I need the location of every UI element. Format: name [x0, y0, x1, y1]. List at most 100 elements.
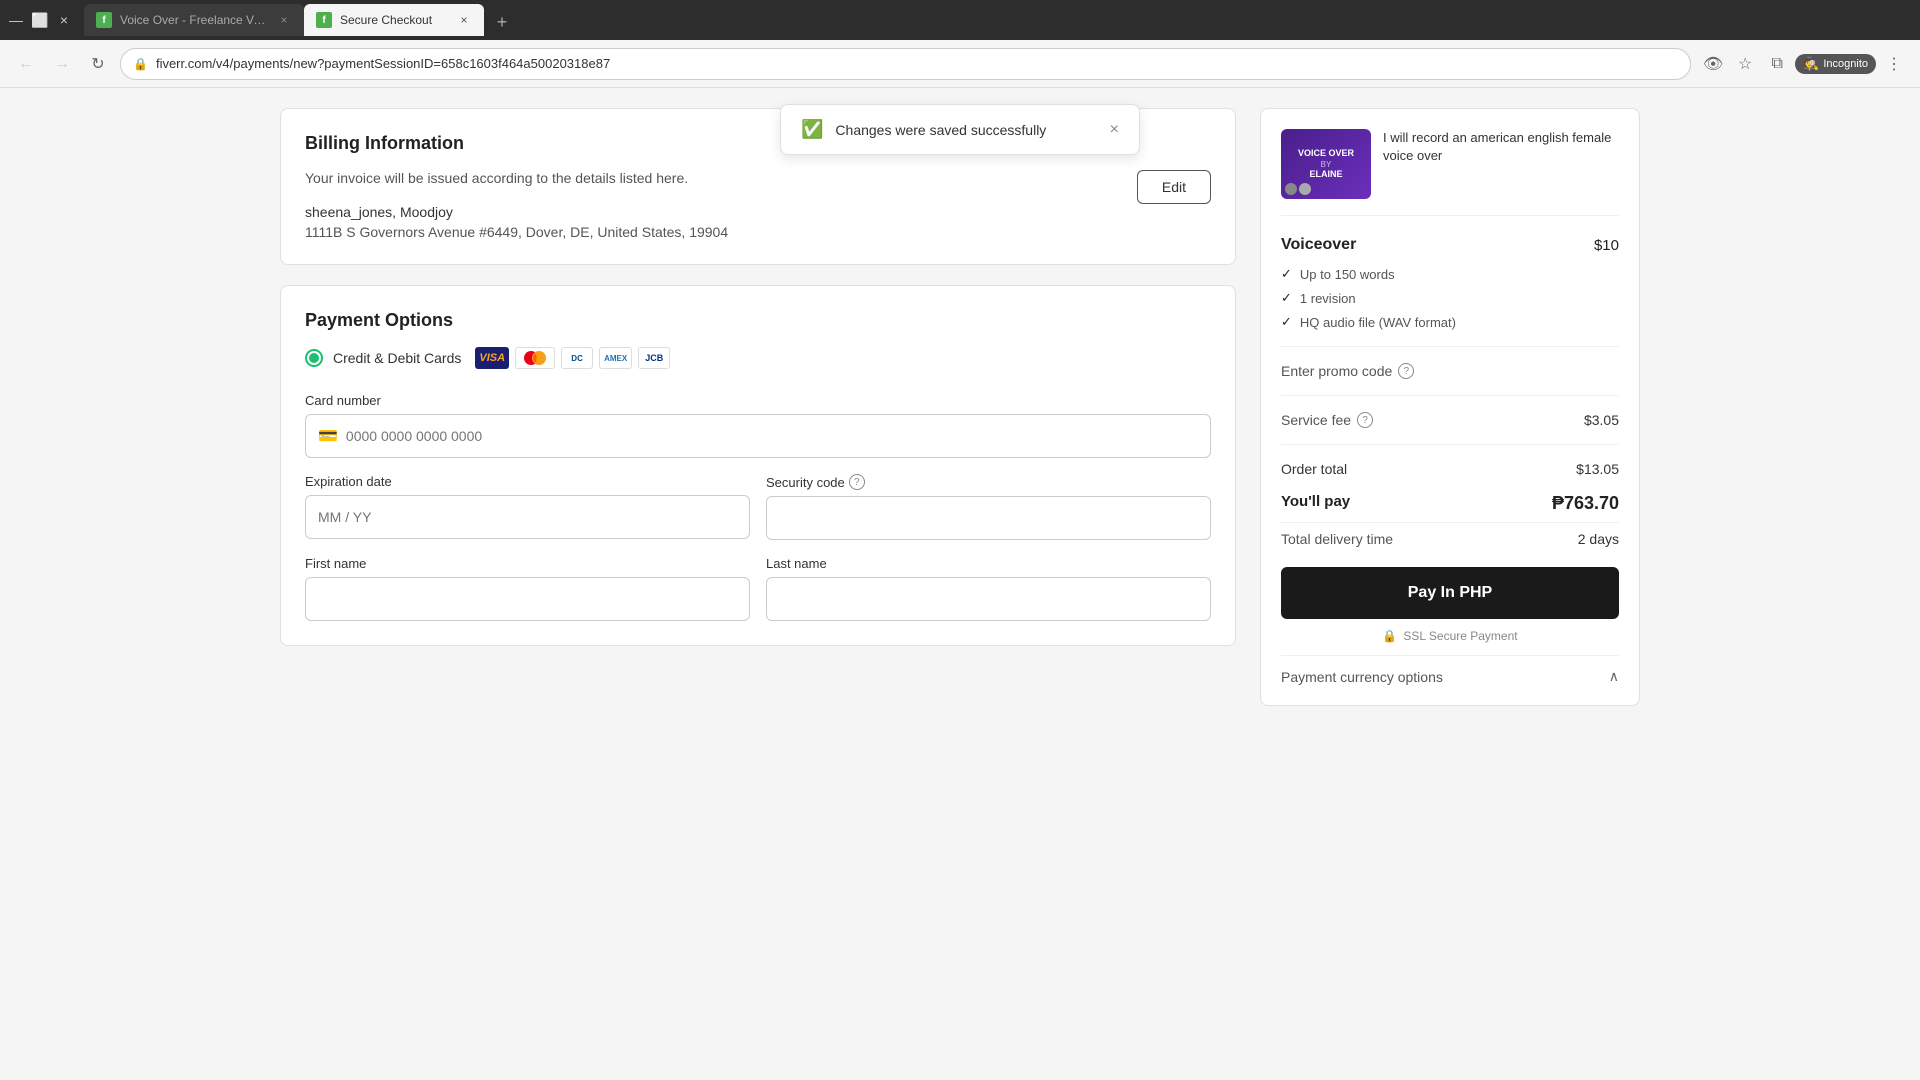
promo-section: Enter promo code ?: [1281, 346, 1619, 379]
ssl-lock-icon: 🔒: [1382, 629, 1397, 643]
payment-section: Payment Options Credit & Debit Cards VIS…: [280, 285, 1236, 646]
chevron-up-icon: ∧: [1609, 668, 1619, 685]
expiry-input-wrapper[interactable]: [305, 495, 750, 539]
browser-window: — ⬜ × f Voice Over - Freelance Voice A..…: [0, 0, 1920, 1080]
name-row: First name Last name: [305, 556, 1211, 621]
check-icon-1: ✓: [1281, 266, 1292, 282]
eyeslash-icon[interactable]: 👁: [1699, 50, 1727, 78]
left-column: Billing Information Your invoice will be…: [280, 108, 1236, 1060]
back-button[interactable]: ←: [12, 50, 40, 78]
delivery-label: Total delivery time: [1281, 531, 1393, 547]
credit-card-radio[interactable]: [305, 349, 323, 367]
you-pay-row: You'll pay ₱763.70: [1281, 485, 1619, 522]
last-name-input[interactable]: [779, 591, 1198, 607]
promo-info-icon[interactable]: ?: [1398, 363, 1414, 379]
service-fee-row: Service fee ? $3.05: [1281, 404, 1619, 436]
order-service-title: Voiceover $10: [1281, 236, 1619, 254]
you-pay-value: ₱763.70: [1552, 493, 1619, 514]
tab-secure-checkout[interactable]: f Secure Checkout ×: [304, 4, 484, 36]
pay-button[interactable]: Pay In PHP: [1281, 567, 1619, 619]
last-name-input-wrapper[interactable]: [766, 577, 1211, 621]
order-total-label: Order total: [1281, 461, 1347, 477]
tab-secure-checkout-close[interactable]: ×: [456, 12, 472, 28]
minimize-button[interactable]: —: [8, 12, 24, 28]
you-pay-label: You'll pay: [1281, 493, 1350, 514]
last-name-group: Last name: [766, 556, 1211, 621]
billing-name: sheena_jones, Moodjoy: [305, 204, 1211, 220]
page-inner: ✅ Changes were saved successfully × Bill…: [260, 88, 1660, 1080]
url-text: fiverr.com/v4/payments/new?paymentSessio…: [156, 56, 610, 71]
credit-card-label: Credit & Debit Cards: [333, 350, 461, 366]
mastercard-icon: [515, 347, 555, 369]
billing-description: Your invoice will be issued according to…: [305, 170, 688, 186]
diners-icon: DC: [561, 347, 593, 369]
page-content: ✅ Changes were saved successfully × Bill…: [0, 88, 1920, 1080]
new-tab-button[interactable]: +: [488, 8, 516, 36]
browser-titlebar: — ⬜ × f Voice Over - Freelance Voice A..…: [0, 0, 1920, 40]
service-fee-label: Service fee ?: [1281, 412, 1373, 428]
close-button[interactable]: ×: [56, 12, 72, 28]
divider-2: [1281, 444, 1619, 445]
expiry-group: Expiration date: [305, 474, 750, 540]
extensions-icon[interactable]: ⧉: [1763, 50, 1791, 78]
card-number-input-wrapper[interactable]: 💳: [305, 414, 1211, 458]
card-number-label: Card number: [305, 393, 1211, 408]
gig-preview: VOICE OVER BY ELAINE I will record an am…: [1281, 129, 1619, 216]
incognito-badge: 🕵 Incognito: [1795, 54, 1876, 74]
security-label: Security code ?: [766, 474, 1211, 490]
order-total-row: Order total $13.05: [1281, 453, 1619, 485]
tab-secure-checkout-title: Secure Checkout: [340, 13, 448, 27]
refresh-button[interactable]: ↻: [84, 50, 112, 78]
order-summary: VOICE OVER BY ELAINE I will record an am…: [1260, 108, 1640, 706]
ssl-badge: 🔒 SSL Secure Payment: [1281, 629, 1619, 643]
card-number-input[interactable]: [346, 428, 1198, 444]
tab-voice-over-close[interactable]: ×: [276, 12, 292, 28]
expiry-label: Expiration date: [305, 474, 750, 489]
card-icons: VISA DC AMEX JCB: [475, 347, 670, 369]
security-group: Security code ?: [766, 474, 1211, 540]
edit-billing-button[interactable]: Edit: [1137, 170, 1211, 204]
gig-thumbnail: VOICE OVER BY ELAINE: [1281, 129, 1371, 199]
bookmark-icon[interactable]: ☆: [1731, 50, 1759, 78]
tab-voice-over[interactable]: f Voice Over - Freelance Voice A... ×: [84, 4, 304, 36]
currency-options-label: Payment currency options: [1281, 669, 1443, 685]
feature-2: ✓ 1 revision: [1281, 290, 1619, 306]
security-input[interactable]: [779, 510, 1198, 526]
gig-thumb-top-text: VOICE OVER: [1298, 148, 1354, 160]
lock-icon: 🔒: [133, 57, 148, 71]
first-name-input[interactable]: [318, 591, 737, 607]
promo-label[interactable]: Enter promo code ?: [1281, 363, 1619, 379]
security-info-icon[interactable]: ?: [849, 474, 865, 490]
payment-section-title: Payment Options: [305, 310, 1211, 331]
credit-card-option[interactable]: Credit & Debit Cards VISA DC: [305, 347, 1211, 369]
expiry-security-row: Expiration date Security code ?: [305, 474, 1211, 540]
gig-title: I will record an american english female…: [1383, 129, 1619, 199]
voiceover-section: Voiceover $10 ✓ Up to 150 words ✓ 1 revi…: [1281, 236, 1619, 330]
first-name-group: First name: [305, 556, 750, 621]
first-name-input-wrapper[interactable]: [305, 577, 750, 621]
toast-close-button[interactable]: ×: [1110, 121, 1119, 139]
gig-thumb-by-text: BY: [1298, 160, 1354, 169]
expiry-input[interactable]: [318, 509, 737, 525]
forward-button[interactable]: →: [48, 50, 76, 78]
check-icon-3: ✓: [1281, 314, 1292, 330]
delivery-row: Total delivery time 2 days: [1281, 522, 1619, 555]
feature-3: ✓ HQ audio file (WAV format): [1281, 314, 1619, 330]
gig-thumb-name-text: ELAINE: [1298, 169, 1354, 181]
amex-icon: AMEX: [599, 347, 632, 369]
first-name-label: First name: [305, 556, 750, 571]
toast-message: Changes were saved successfully: [835, 122, 1097, 138]
currency-options[interactable]: Payment currency options ∧: [1281, 655, 1619, 685]
visa-icon: VISA: [475, 347, 509, 369]
service-fee-info-icon[interactable]: ?: [1357, 412, 1373, 428]
security-input-wrapper[interactable]: [766, 496, 1211, 540]
success-toast: ✅ Changes were saved successfully ×: [780, 104, 1140, 155]
right-column: VOICE OVER BY ELAINE I will record an am…: [1260, 108, 1640, 1060]
order-total-value: $13.05: [1576, 461, 1619, 477]
menu-icon[interactable]: ⋮: [1880, 50, 1908, 78]
service-fee-value: $3.05: [1584, 412, 1619, 428]
card-number-group: Card number 💳: [305, 393, 1211, 458]
maximize-button[interactable]: ⬜: [32, 12, 48, 28]
address-bar[interactable]: 🔒 fiverr.com/v4/payments/new?paymentSess…: [120, 48, 1691, 80]
browser-nav-right: 👁 ☆ ⧉ 🕵 Incognito ⋮: [1699, 50, 1908, 78]
